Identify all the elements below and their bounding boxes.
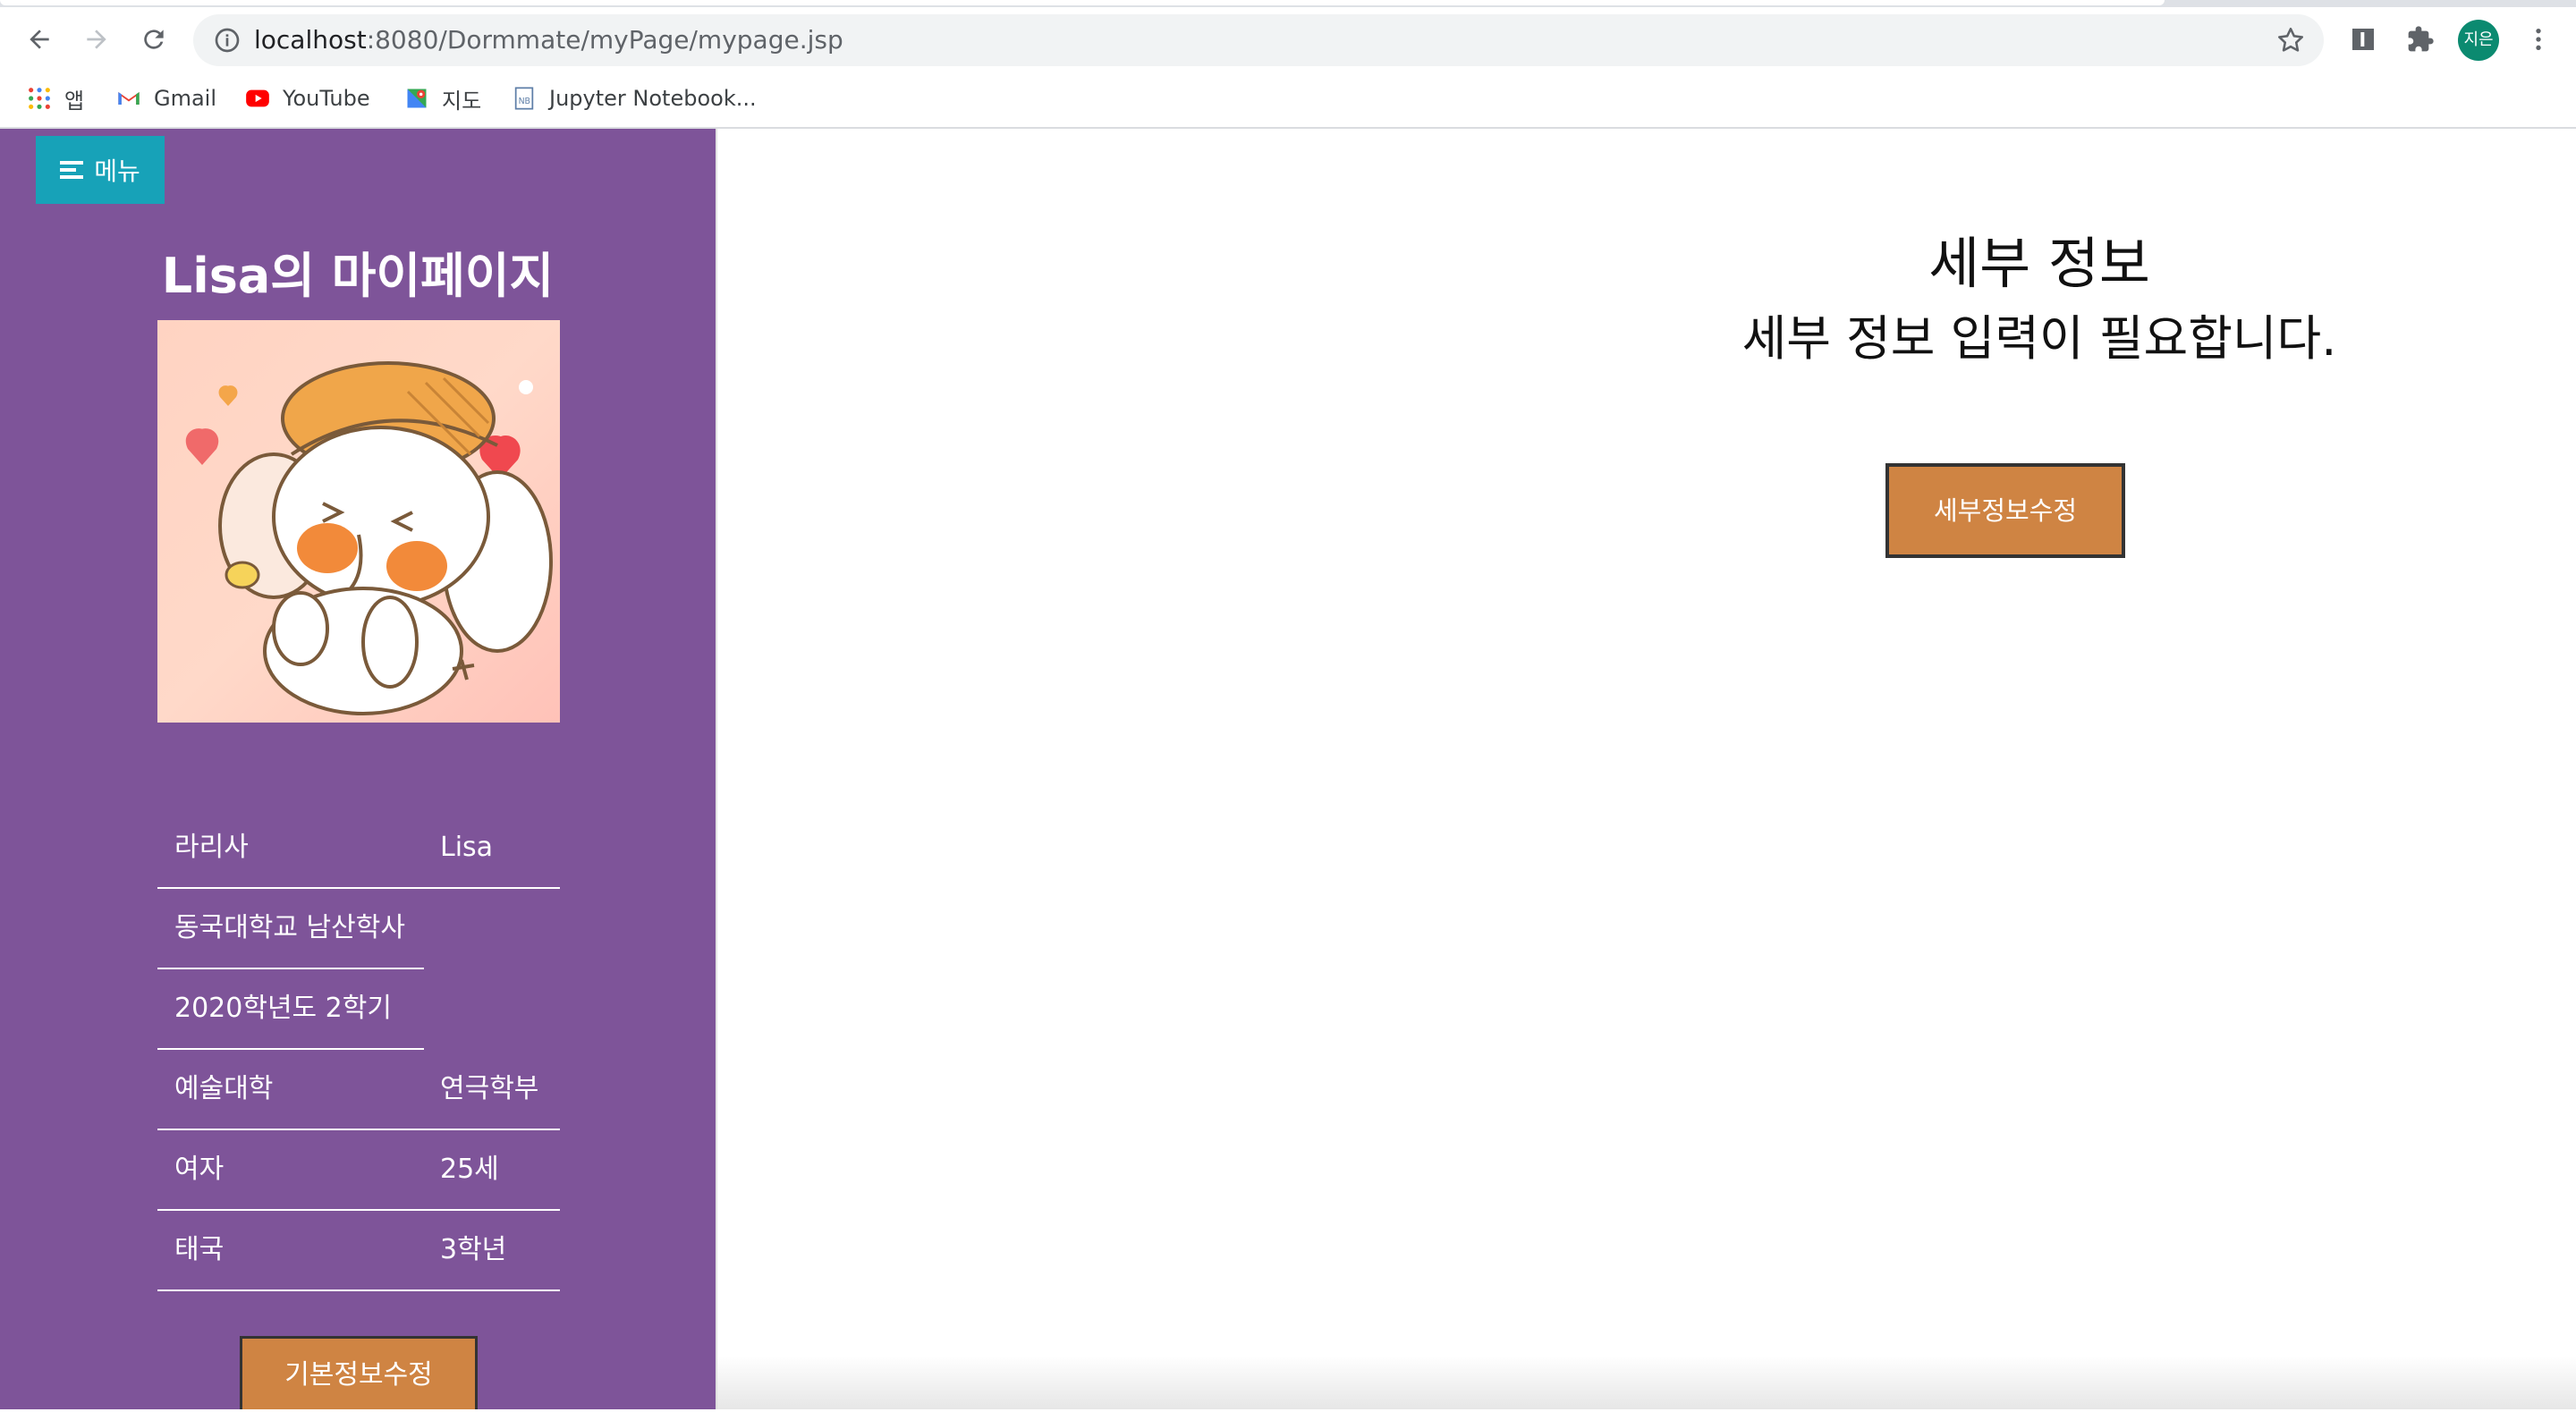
extensions-menu-button[interactable] [2402, 21, 2438, 57]
page-content: 메뉴 Lisa의 마이페이지 라리사 Lisa 동국대학교 남산학사 2020학… [0, 129, 2576, 1409]
dormitory: 동국대학교 남산학사 [174, 912, 405, 943]
sidebar: 메뉴 Lisa의 마이페이지 라리사 Lisa 동국대학교 남산학사 2020학… [0, 129, 716, 1409]
active-tab-edge [0, 0, 2165, 5]
youtube-icon [246, 89, 269, 107]
profile-image [157, 320, 560, 723]
url-text[interactable]: localhost:8080/Dormmate/myPage/mypage.js… [254, 14, 843, 66]
maps-icon [407, 89, 427, 108]
row-divider [157, 1289, 560, 1291]
back-arrow-icon [30, 30, 49, 49]
url-host: localhost [254, 25, 367, 55]
edit-detail-info-button[interactable]: 세부정보수정 [1885, 463, 2125, 558]
gender: 여자 [174, 1154, 225, 1185]
bookmark-label: YouTube [283, 86, 370, 111]
elephant-character-illustration [185, 361, 553, 715]
svg-text:NB: NB [519, 97, 530, 106]
extension-button[interactable] [2345, 21, 2381, 57]
bookmark-label: 앱 [64, 88, 85, 114]
bookmark-maps[interactable]: 지도 [404, 70, 481, 127]
bookmark-label: Gmail [154, 86, 217, 111]
url-path: :8080/Dormmate/myPage/mypage.jsp [366, 25, 843, 55]
reader-extension-icon [2352, 29, 2374, 50]
bookmark-jupyter[interactable]: NB Jupyter Notebook... [512, 70, 757, 127]
browser-toolbar: localhost:8080/Dormmate/myPage/mypage.js… [0, 7, 2576, 70]
gmail-icon [118, 92, 140, 105]
semester: 2020학년도 2학기 [174, 993, 392, 1024]
korean-name: 라리사 [174, 832, 249, 863]
info-row: 여자 25세 [157, 1130, 560, 1211]
bookmark-apps[interactable]: 앱 [27, 70, 84, 127]
site-info-icon[interactable] [213, 26, 242, 55]
notebook-icon: NB [514, 87, 534, 110]
back-button[interactable] [21, 21, 57, 57]
apps-grid-icon [29, 88, 50, 109]
menu-button[interactable]: 메뉴 [36, 136, 165, 204]
bookmark-label: Jupyter Notebook... [549, 86, 757, 111]
college: 예술대학 [174, 1073, 274, 1104]
detail-title: 세부 정보 [1928, 231, 2150, 296]
bottom-shadow [716, 1356, 2576, 1409]
main-panel: 세부 정보 세부 정보 입력이 필요합니다. 세부정보수정 [716, 129, 2576, 1409]
forward-arrow-icon [87, 30, 106, 49]
age: 25세 [440, 1154, 499, 1185]
browser-menu-button[interactable] [2521, 21, 2556, 57]
department: 연극학부 [440, 1073, 539, 1104]
bookmarks-bar: 앱 Gmail YouTube 지도 NB Jupyter Notebook..… [0, 70, 2576, 129]
info-row: 2020학년도 2학기 [157, 969, 560, 1050]
english-name: Lisa [440, 832, 494, 863]
menu-lines-icon [60, 161, 84, 179]
bookmark-star-icon[interactable] [2275, 25, 2306, 55]
kebab-menu-icon [2536, 29, 2541, 50]
info-row: 라리사 Lisa [157, 808, 560, 889]
grade: 3학년 [440, 1234, 507, 1265]
bookmark-gmail[interactable]: Gmail [116, 70, 216, 127]
profile-title: Lisa의 마이페이지 [161, 248, 555, 304]
detail-subtitle: 세부 정보 입력이 필요합니다. [1741, 310, 2337, 367]
bookmark-label: 지도 [442, 88, 482, 114]
nationality: 태국 [174, 1234, 225, 1265]
bookmark-youtube[interactable]: YouTube [245, 70, 370, 127]
edit-basic-info-button[interactable]: 기본정보수정 [240, 1336, 478, 1409]
profile-avatar[interactable]: 지은 [2458, 20, 2499, 61]
reload-icon [144, 30, 164, 49]
forward-button[interactable] [79, 21, 114, 57]
info-row: 태국 3학년 [157, 1211, 560, 1291]
reload-button[interactable] [136, 21, 172, 57]
info-row: 예술대학 연극학부 [157, 1050, 560, 1130]
address-bar[interactable]: localhost:8080/Dormmate/myPage/mypage.js… [193, 14, 2324, 66]
profile-info-table: 라리사 Lisa 동국대학교 남산학사 2020학년도 2학기 예술대학 연극학… [157, 808, 560, 1291]
info-row: 동국대학교 남산학사 [157, 889, 560, 969]
puzzle-icon [2408, 26, 2434, 52]
menu-button-label: 메뉴 [94, 156, 140, 186]
